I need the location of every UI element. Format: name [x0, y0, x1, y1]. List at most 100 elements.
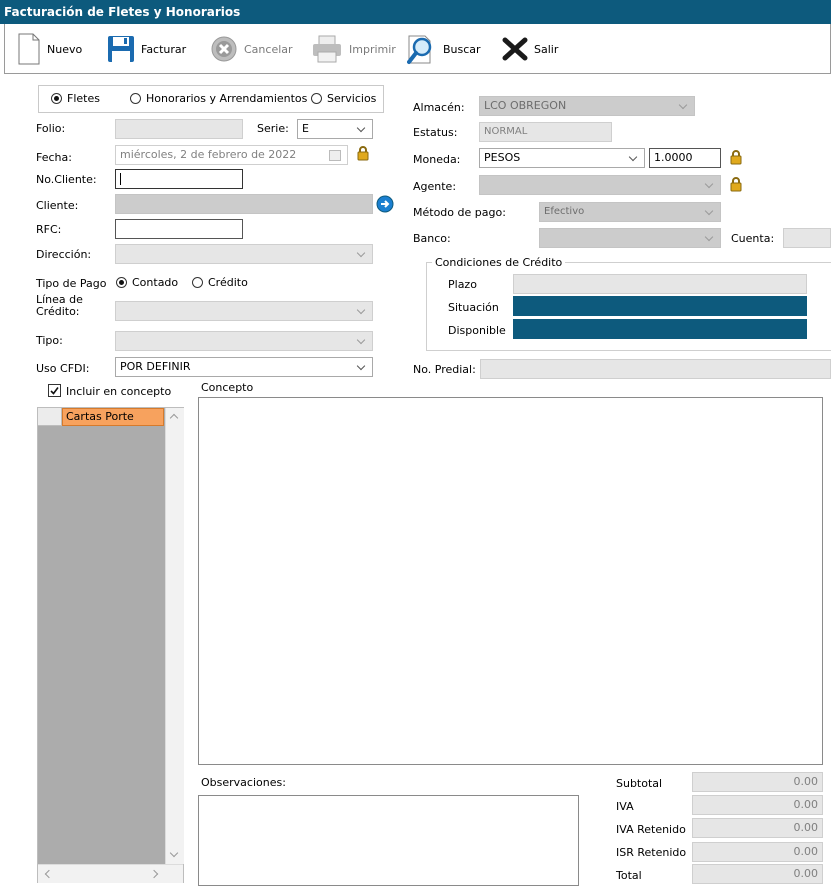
lock-icon: [730, 150, 742, 165]
observaciones-textarea[interactable]: [198, 795, 579, 886]
scroll-right-icon[interactable]: [149, 869, 159, 879]
rfc-label: RFC:: [36, 223, 62, 236]
moneda-label: Moneda:: [413, 153, 461, 166]
condiciones-credito-title: Condiciones de Crédito: [432, 256, 566, 269]
subtotal-field: 0.00: [692, 772, 823, 792]
cliente-field[interactable]: [115, 194, 373, 214]
plazo-label: Plazo: [448, 278, 477, 291]
radio-contado-dot[interactable]: [116, 277, 127, 288]
tipo-pago-label: Tipo de Pago: [36, 277, 107, 290]
almacen-select[interactable]: LCO OBREGON: [479, 96, 695, 116]
linea-credito-select[interactable]: [115, 301, 373, 321]
salir-label: Salir: [534, 42, 559, 56]
cuenta-field[interactable]: [783, 228, 831, 248]
total-label: Total: [616, 869, 642, 882]
metodo-pago-label: Método de pago:: [413, 206, 506, 219]
agente-select[interactable]: [479, 175, 721, 195]
disponible-bar: [513, 319, 807, 339]
concepto-textarea[interactable]: [198, 397, 823, 765]
situacion-bar: [513, 296, 807, 316]
new-document-icon: [18, 33, 40, 65]
radio-honorarios-dot[interactable]: [130, 93, 141, 104]
document-type-group: Fletes Honorarios y Arrendamientos Servi…: [38, 85, 384, 113]
plazo-field: [513, 274, 807, 294]
total-field: 0.00: [692, 864, 823, 884]
moneda-select[interactable]: PESOS: [479, 148, 645, 168]
linea-credito-label: Línea de Crédito:: [36, 293, 83, 318]
radio-credito-dot[interactable]: [192, 277, 203, 288]
text-caret: [120, 173, 121, 185]
scroll-up-icon[interactable]: [169, 413, 179, 423]
scroll-left-icon[interactable]: [44, 869, 54, 879]
radio-servicios-dot[interactable]: [311, 93, 322, 104]
incluir-checkbox[interactable]: [48, 384, 61, 397]
window-title: Facturación de Fletes y Honorarios: [0, 0, 831, 24]
radio-contado-label: Contado: [132, 276, 179, 289]
no-predial-label: No. Predial:: [413, 363, 476, 376]
radio-contado[interactable]: Contado: [116, 276, 178, 289]
arrow-right-circle-icon[interactable]: [376, 195, 394, 213]
no-cliente-input[interactable]: [115, 169, 243, 189]
concepto-label: Concepto: [201, 381, 254, 394]
radio-fletes-label: Fletes: [67, 92, 100, 105]
metodo-pago-select[interactable]: Efectivo: [539, 202, 721, 222]
facturar-label: Facturar: [141, 42, 187, 56]
grid-header-cartas-porte[interactable]: Cartas Porte: [62, 408, 164, 426]
situacion-label: Situación: [448, 301, 499, 314]
incluir-label: Incluir en concepto: [66, 385, 172, 398]
buscar-button[interactable]: Buscar: [407, 32, 481, 66]
search-document-icon: [407, 35, 432, 64]
subtotal-label: Subtotal: [616, 777, 663, 790]
radio-honorarios[interactable]: Honorarios y Arrendamientos: [130, 92, 307, 105]
checkmark-icon: [50, 387, 59, 395]
iva-retenido-label: IVA Retenido: [616, 823, 686, 836]
cancel-icon: [211, 36, 237, 62]
radio-fletes[interactable]: Fletes: [51, 92, 100, 105]
radio-servicios-label: Servicios: [327, 92, 377, 105]
folio-field[interactable]: [115, 119, 243, 139]
serie-select[interactable]: E: [297, 119, 373, 139]
tipo-label: Tipo:: [36, 334, 63, 347]
estatus-label: Estatus:: [413, 126, 458, 139]
facturar-button[interactable]: Facturar: [107, 32, 186, 66]
close-icon: [502, 37, 528, 61]
toolbar: Nuevo Facturar Cancelar Imprimir Buscar …: [4, 24, 831, 74]
folio-label: Folio:: [36, 122, 66, 135]
iva-field: 0.00: [692, 795, 823, 815]
direccion-select[interactable]: [115, 244, 373, 264]
save-icon: [108, 36, 134, 62]
radio-fletes-dot[interactable]: [51, 93, 62, 104]
grid-corner: [38, 408, 62, 426]
fecha-value: miércoles, 2 de febrero de 2022: [120, 148, 297, 161]
fecha-picker[interactable]: miércoles, 2 de febrero de 2022: [115, 145, 348, 165]
cuenta-label: Cuenta:: [731, 232, 775, 245]
fecha-label: Fecha:: [36, 151, 72, 164]
nuevo-button[interactable]: Nuevo: [17, 32, 82, 66]
isr-retenido-label: ISR Retenido: [616, 846, 687, 859]
calendar-icon[interactable]: [329, 150, 341, 161]
cancelar-label: Cancelar: [244, 42, 293, 56]
iva-retenido-field: 0.00: [692, 818, 823, 838]
imprimir-label: Imprimir: [349, 42, 396, 56]
tipo-select[interactable]: [115, 331, 373, 351]
almacen-label: Almacén:: [413, 101, 465, 114]
radio-servicios[interactable]: Servicios: [311, 92, 376, 105]
disponible-label: Disponible: [448, 324, 506, 337]
tipo-cambio-input[interactable]: 1.0000: [649, 148, 721, 168]
radio-credito-label: Crédito: [208, 276, 248, 289]
imprimir-button[interactable]: Imprimir: [311, 32, 396, 66]
radio-honorarios-label: Honorarios y Arrendamientos: [146, 92, 308, 105]
rfc-input[interactable]: [115, 219, 243, 239]
estatus-field: NORMAL: [479, 122, 612, 142]
banco-select[interactable]: [539, 228, 721, 248]
grid-vertical-scrollbar[interactable]: [165, 408, 184, 864]
uso-cfdi-select[interactable]: POR DEFINIR: [115, 357, 373, 377]
salir-button[interactable]: Salir: [502, 32, 558, 66]
radio-credito[interactable]: Crédito: [192, 276, 248, 289]
cancelar-button[interactable]: Cancelar: [210, 32, 293, 66]
cartas-porte-grid[interactable]: Cartas Porte: [37, 407, 184, 883]
observaciones-label: Observaciones:: [201, 776, 286, 789]
scroll-down-icon[interactable]: [169, 848, 179, 858]
grid-horizontal-scrollbar[interactable]: [38, 864, 183, 883]
no-predial-field[interactable]: [480, 359, 831, 379]
